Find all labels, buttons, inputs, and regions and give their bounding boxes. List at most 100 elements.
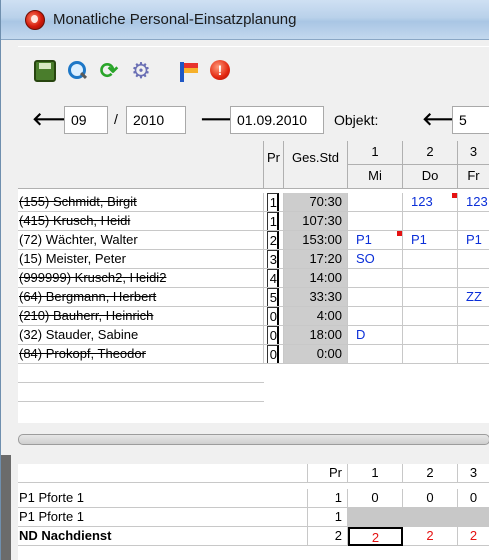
employee-name[interactable]: (84) Prokopf, Theodor <box>18 345 264 364</box>
shift-code: ZZ <box>466 289 482 304</box>
employee-row[interactable]: (72) Wächter, Walter 2 153:00 P1 P1 P1 <box>18 231 489 250</box>
shift-cell[interactable] <box>403 269 458 288</box>
shift-cell[interactable] <box>348 307 403 326</box>
priority-cell[interactable]: 4 <box>264 269 284 288</box>
shift-cell[interactable] <box>458 250 489 269</box>
empty-cell <box>18 383 264 402</box>
summary-name: P1 Pforte 1 <box>18 489 308 508</box>
shift-cell[interactable]: P1 <box>403 231 458 250</box>
date-field[interactable]: 01.09.2010 <box>230 106 324 134</box>
shift-cell[interactable] <box>348 288 403 307</box>
priority-cell[interactable]: 0 <box>264 326 284 345</box>
shift-cell[interactable]: D <box>348 326 403 345</box>
employee-row[interactable]: (32) Stauder, Sabine 0 18:00 D <box>18 326 489 345</box>
note-marker <box>397 231 402 236</box>
summary-value[interactable]: 0 <box>458 489 489 508</box>
legend-flag-icon[interactable] <box>178 60 200 82</box>
employee-name[interactable]: (72) Wächter, Walter <box>18 231 264 250</box>
shift-cell[interactable]: 123 <box>403 193 458 212</box>
shift-code: P1 <box>356 232 372 247</box>
title-bar[interactable]: Monatliche Personal-Einsatzplanung <box>1 0 489 40</box>
empty-row <box>18 383 489 402</box>
priority-cell[interactable]: 0 <box>264 307 284 326</box>
shift-cell[interactable] <box>348 345 403 364</box>
settings-gear-icon[interactable]: ⚙ <box>130 60 152 82</box>
employee-name[interactable]: (210) Bauherr, Heinrich <box>18 307 264 326</box>
priority-cell[interactable]: 2 <box>264 231 284 250</box>
shift-code: 123 <box>411 194 433 209</box>
employee-name[interactable]: (64) Bergmann, Herbert <box>18 288 264 307</box>
shift-cell[interactable] <box>458 307 489 326</box>
shift-code: P1 <box>466 232 482 247</box>
total-hours-cell: 33:30 <box>284 288 348 307</box>
empty-cell <box>18 364 264 383</box>
priority-cell[interactable]: 5 <box>264 288 284 307</box>
shift-code: SO <box>356 251 375 266</box>
shift-cell[interactable]: P1 <box>458 231 489 250</box>
priority-cell[interactable]: 0 <box>264 345 284 364</box>
priority-cell[interactable]: 1 <box>264 193 284 212</box>
app-window: Monatliche Personal-Einsatzplanung ⟳ ⚙ !… <box>0 0 489 560</box>
month-field[interactable]: 09 <box>64 106 108 134</box>
shift-cell[interactable]: P1 <box>348 231 403 250</box>
save-icon[interactable] <box>34 60 56 82</box>
object-field[interactable]: 5 <box>452 106 489 134</box>
left-frame-shadow <box>1 455 11 560</box>
search-icon[interactable] <box>66 60 88 82</box>
refresh-icon[interactable]: ⟳ <box>98 60 120 82</box>
shift-cell[interactable] <box>348 212 403 231</box>
summary-value[interactable]: 0 <box>403 489 458 508</box>
summary-row[interactable]: P1 Pforte 11000 <box>18 489 489 508</box>
summary-value[interactable]: 0 <box>348 489 403 508</box>
priority-value: 4 <box>267 269 279 287</box>
summary-row[interactable]: ND Nachdienst 2 2 2 2 <box>18 527 489 546</box>
priority-cell[interactable]: 1 <box>264 212 284 231</box>
employee-name[interactable]: (15) Meister, Peter <box>18 250 264 269</box>
shift-cell[interactable] <box>403 212 458 231</box>
weekday-header: Mi <box>348 165 403 189</box>
employee-row[interactable]: (155) Schmidt, Birgit 1 70:30 123 123 <box>18 193 489 212</box>
shift-cell[interactable] <box>403 326 458 345</box>
day-number-header: 2 <box>403 141 458 165</box>
summary-value[interactable]: 2 <box>348 527 403 546</box>
summary-value[interactable] <box>403 508 458 527</box>
summary-value[interactable]: 2 <box>403 527 458 546</box>
employee-name[interactable]: (155) Schmidt, Birgit <box>18 193 264 212</box>
employee-row[interactable]: (64) Bergmann, Herbert 5 33:30 ZZ <box>18 288 489 307</box>
year-field[interactable]: 2010 <box>126 106 186 134</box>
shift-cell[interactable]: ZZ <box>458 288 489 307</box>
employee-row[interactable]: (15) Meister, Peter 3 17:20 SO <box>18 250 489 269</box>
employee-name[interactable]: (32) Stauder, Sabine <box>18 326 264 345</box>
shift-cell[interactable] <box>458 326 489 345</box>
employee-row[interactable]: (84) Prokopf, Theodor 0 0:00 <box>18 345 489 364</box>
shift-cell[interactable] <box>348 269 403 288</box>
stop-icon[interactable]: ! <box>210 60 230 80</box>
splitter-handle[interactable] <box>18 434 489 445</box>
shift-cell[interactable] <box>403 307 458 326</box>
priority-value: 3 <box>267 250 279 268</box>
employee-name[interactable]: (999999) Krusch2, Heidi2 <box>18 269 264 288</box>
employee-row[interactable]: (415) Krusch, Heidi 1 107:30 <box>18 212 489 231</box>
summary-value[interactable]: 2 <box>458 527 489 546</box>
employee-row[interactable]: (999999) Krusch2, Heidi2 4 14:00 <box>18 269 489 288</box>
summary-value[interactable] <box>348 508 403 527</box>
total-hours-cell: 153:00 <box>284 231 348 250</box>
shift-cell[interactable] <box>403 288 458 307</box>
priority-value: 5 <box>267 288 279 306</box>
shift-cell[interactable] <box>403 250 458 269</box>
shift-cell[interactable] <box>458 345 489 364</box>
priority-value: 0 <box>267 326 279 344</box>
shift-cell[interactable]: SO <box>348 250 403 269</box>
shift-cell[interactable]: 123 <box>458 193 489 212</box>
priority-cell[interactable]: 3 <box>264 250 284 269</box>
shift-cell[interactable] <box>458 269 489 288</box>
shift-cell[interactable] <box>403 345 458 364</box>
summary-row[interactable]: P1 Pforte 11 <box>18 508 489 527</box>
summary-value[interactable] <box>458 508 489 527</box>
employee-name[interactable]: (415) Krusch, Heidi <box>18 212 264 231</box>
shift-cell[interactable] <box>458 212 489 231</box>
summary-pr: 1 <box>308 508 348 527</box>
employee-row[interactable]: (210) Bauherr, Heinrich 0 4:00 <box>18 307 489 326</box>
toolbar: ⟳ ⚙ ! <box>18 46 489 94</box>
shift-cell[interactable] <box>348 193 403 212</box>
